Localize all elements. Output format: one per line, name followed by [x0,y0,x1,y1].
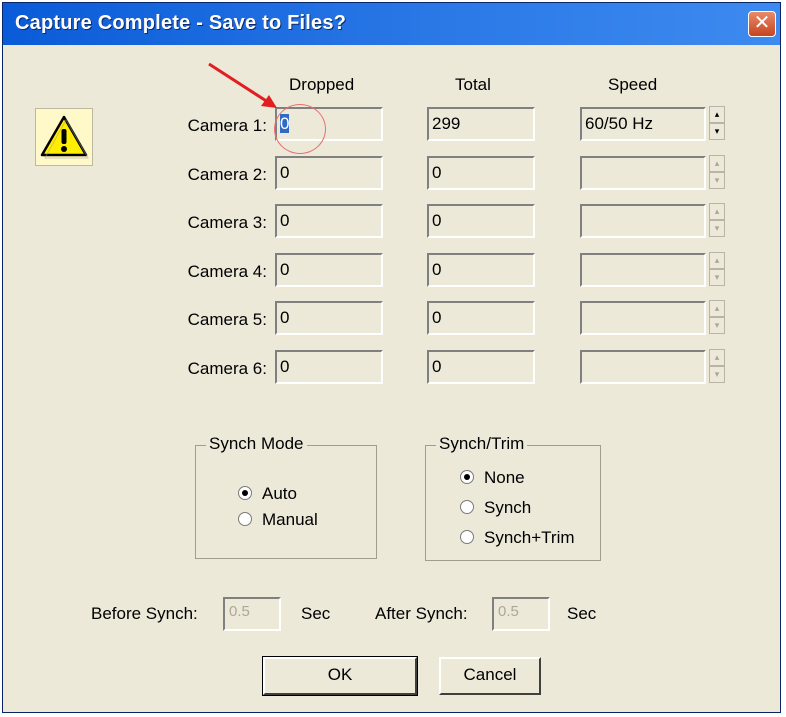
speed-field[interactable]: 60/50 Hz [580,107,706,141]
spin-up-icon: ▴ [709,349,725,366]
spin-up-icon: ▴ [709,300,725,317]
speed-field [580,204,706,238]
dropped-value: 0 [280,163,290,182]
total-field[interactable]: 0 [427,301,535,335]
radio-unchecked-icon [238,512,252,526]
cancel-button[interactable]: Cancel [439,657,541,695]
speed-field [580,156,706,190]
camera-label: Camera 1: [187,116,267,135]
synch-mode-title: Synch Mode [206,434,307,454]
camera-label: Camera 4: [187,262,267,281]
dropped-value: 0 [280,260,290,279]
synch-mode-auto-label: Auto [262,484,297,503]
column-header-speed: Speed [608,75,658,94]
after-synch-label: After Synch: [375,604,468,623]
total-field[interactable]: 0 [427,253,535,287]
synch-trim-synch-trim-label: Synch+Trim [484,528,575,547]
after-synch-field[interactable]: 0.5 [492,597,550,631]
dropped-field[interactable]: 0 [275,156,383,190]
column-header-total: Total [455,75,491,94]
speed-spinner: ▴ ▾ [709,155,725,191]
spin-up-icon[interactable]: ▴ [709,106,725,123]
synch-trim-synch-trim-radio[interactable]: Synch+Trim [460,528,575,548]
total-field[interactable]: 0 [427,156,535,190]
dropped-value: 0 [280,357,290,376]
speed-spinner: ▴ ▾ [709,349,725,385]
synch-mode-manual-radio[interactable]: Manual [238,510,318,530]
camera-label: Camera 3: [187,213,267,232]
spin-down-icon: ▾ [709,220,725,237]
spin-up-icon: ▴ [709,203,725,220]
annotation-arrow-icon [208,62,277,108]
camera-label: Camera 6: [187,359,267,378]
before-synch-unit: Sec [301,604,331,623]
synch-trim-title: Synch/Trim [436,434,528,454]
radio-checked-icon [238,486,252,500]
spin-down-icon: ▾ [709,317,725,334]
spin-down-icon: ▾ [709,269,725,286]
speed-spinner[interactable]: ▴ ▾ [709,106,725,142]
dropped-value: 0 [280,308,290,327]
spin-up-icon: ▴ [709,252,725,269]
column-header-dropped: Dropped [289,75,355,94]
synch-mode-auto-radio[interactable]: Auto [238,484,297,504]
speed-field [580,350,706,384]
dropped-field[interactable]: 0 [275,253,383,287]
total-field[interactable]: 0 [427,204,535,238]
speed-field [580,301,706,335]
synch-trim-synch-label: Synch [484,498,532,517]
dialog-window: Capture Complete - Save to Files? ✕ Drop… [2,2,781,713]
spin-down-icon[interactable]: ▾ [709,123,725,140]
speed-spinner: ▴ ▾ [709,300,725,336]
radio-unchecked-icon [460,500,474,514]
speed-field [580,253,706,287]
radio-checked-icon [460,470,474,484]
before-synch-label: Before Synch: [91,604,198,623]
radio-unchecked-icon [460,530,474,544]
synch-trim-none-radio[interactable]: None [460,468,525,488]
ok-button[interactable]: OK [263,657,417,695]
synch-mode-group: Synch Mode Auto Manual [195,434,377,559]
before-synch-field[interactable]: 0.5 [223,597,281,631]
spin-down-icon: ▾ [709,172,725,189]
dropped-field[interactable]: 0 [275,301,383,335]
close-button[interactable]: ✕ [748,11,776,37]
speed-spinner: ▴ ▾ [709,203,725,239]
synch-trim-group: Synch/Trim None Synch Synch+Trim [425,434,601,561]
total-field[interactable]: 0 [427,350,535,384]
title-bar[interactable]: Capture Complete - Save to Files? ✕ [3,3,780,45]
synch-trim-none-label: None [484,468,525,487]
dropped-field[interactable]: 0 [275,350,383,384]
spin-down-icon: ▾ [709,366,725,383]
synch-trim-synch-radio[interactable]: Synch [460,498,531,518]
dropped-value: 0 [280,211,290,230]
camera-label: Camera 2: [187,165,267,184]
warning-icon [35,108,93,166]
window-title: Capture Complete - Save to Files? [15,12,347,34]
spin-up-icon: ▴ [709,155,725,172]
dropped-field[interactable]: 0 [275,204,383,238]
speed-spinner: ▴ ▾ [709,252,725,288]
total-field[interactable]: 299 [427,107,535,141]
camera-label: Camera 5: [187,310,267,329]
close-icon: ✕ [753,12,771,34]
after-synch-unit: Sec [567,604,597,623]
synch-mode-manual-label: Manual [262,510,318,529]
